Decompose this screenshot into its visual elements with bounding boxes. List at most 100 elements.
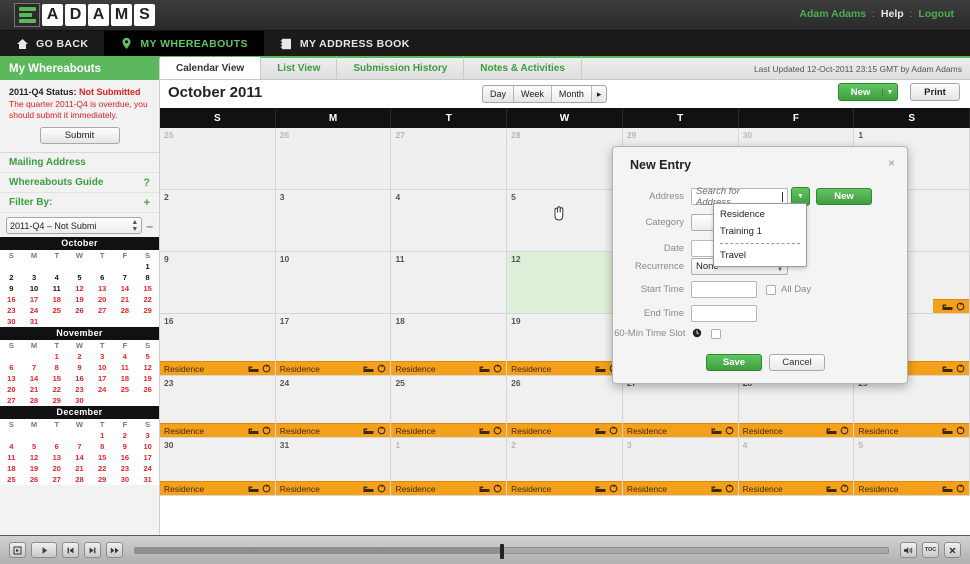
event-icons[interactable] [363,484,386,493]
view-mode-month[interactable]: Month [551,86,592,102]
calendar-event[interactable]: Residence [507,361,622,375]
mini-day-cell[interactable]: 6 [45,441,68,452]
calendar-day-cell[interactable]: 4 [391,190,508,251]
calendar-day-cell[interactable]: 10 [275,252,392,313]
mini-day-cell[interactable]: 26 [136,384,159,395]
mini-day-cell[interactable]: 6 [91,272,114,283]
event-icons[interactable] [363,426,386,435]
tab-calendar-view[interactable]: Calendar View [160,57,262,79]
calendar-day-cell[interactable]: 12 [507,252,623,313]
view-next-icon[interactable]: ▸ [592,86,607,102]
calendar-day-cell[interactable]: 18 Residence [391,314,508,375]
calendar-event[interactable]: Residence [160,423,275,437]
mini-day-cell[interactable]: 21 [68,463,91,474]
next-icon[interactable] [84,542,101,558]
mini-day-cell[interactable]: 18 [0,463,23,474]
calendar-event[interactable]: Residence [507,481,622,495]
calendar-event[interactable]: Residence [391,481,507,495]
mini-day-cell[interactable]: 30 [114,474,137,485]
mini-day-cell[interactable]: 14 [68,452,91,463]
view-mode-week[interactable]: Week [514,86,552,102]
mini-day-cell[interactable]: 20 [45,463,68,474]
volume-icon[interactable] [900,542,917,558]
mini-day-cell[interactable]: 29 [45,395,68,406]
event-icons[interactable] [363,364,386,373]
sidebar-link-mark-icon[interactable]: ? [143,177,150,189]
mini-day-cell[interactable]: 11 [114,362,137,373]
close-icon[interactable]: × [888,156,895,170]
calendar-event[interactable]: Residence [738,423,854,437]
mini-day-cell[interactable]: 28 [114,305,137,316]
mini-day-cell[interactable]: 22 [91,463,114,474]
calendar-event[interactable]: Residence [854,481,970,495]
mini-day-cell[interactable]: 16 [0,294,23,305]
mini-day-cell[interactable]: 3 [136,430,159,441]
mini-day-cell[interactable]: 25 [45,305,68,316]
nav-item-my-address-book[interactable]: MY ADDRESS BOOK [264,31,426,56]
mini-day-cell[interactable]: 17 [23,294,46,305]
mini-day-cell[interactable]: 16 [68,373,91,384]
sidebar-link-whereabouts-guide[interactable]: Whereabouts Guide? [0,173,159,194]
mini-day-cell[interactable]: 8 [136,272,159,283]
mini-day-cell[interactable]: 4 [114,351,137,362]
mini-day-cell[interactable]: 22 [136,294,159,305]
mini-day-cell[interactable]: 3 [91,351,114,362]
suggestion-option-travel[interactable]: Travel [714,247,806,264]
mini-day-cell[interactable]: 27 [0,395,23,406]
mini-day-cell[interactable]: 11 [45,283,68,294]
mini-day-cell[interactable]: 24 [23,305,46,316]
start-time-input[interactable] [691,281,757,298]
chevron-down-icon[interactable]: ▼ [882,88,897,96]
event-icons[interactable] [826,484,849,493]
mini-day-cell[interactable]: 26 [68,305,91,316]
mini-day-cell[interactable]: 15 [136,283,159,294]
calendar-event[interactable]: Residence [854,423,970,437]
calendar-day-cell[interactable]: 26 Residence [507,376,623,437]
nav-item-my-whereabouts[interactable]: MY WHEREABOUTS [104,31,264,56]
clock-icon[interactable] [692,328,702,338]
all-day-checkbox[interactable] [766,284,776,295]
suggestion-option-residence[interactable]: Residence [714,206,806,223]
mini-day-cell[interactable]: 28 [23,395,46,406]
event-icons[interactable] [595,484,618,493]
mini-day-cell[interactable]: 27 [91,305,114,316]
cancel-button[interactable]: Cancel [769,354,825,371]
mini-day-cell[interactable]: 2 [0,272,23,283]
calendar-day-cell[interactable]: 16 Residence [160,314,276,375]
calendar-day-cell[interactable]: 4 Residence [738,438,855,495]
calendar-day-cell[interactable]: 17 Residence [275,314,392,375]
nav-item-go-back[interactable]: GO BACK [0,31,104,56]
mini-day-cell[interactable]: 30 [0,316,23,327]
toc-icon[interactable]: TOC [922,542,939,558]
mini-day-cell[interactable]: 16 [114,452,137,463]
calendar-day-cell[interactable]: 28Residence [738,376,855,437]
mini-day-cell[interactable]: 4 [0,441,23,452]
calendar-day-cell[interactable]: 3 Residence [622,438,739,495]
calendar-event-partial[interactable] [933,299,970,313]
mini-day-cell[interactable]: 29 [136,305,159,316]
calendar-event[interactable]: Residence [160,481,275,495]
mini-day-cell[interactable]: 26 [23,474,46,485]
mini-day-cell[interactable]: 13 [91,283,114,294]
mini-day-cell[interactable]: 30 [68,395,91,406]
view-mode-day[interactable]: Day [483,86,515,102]
event-icons[interactable] [595,426,618,435]
filter-quarter-select[interactable]: 2011-Q4 – Not Submi ▲ ▼ [6,217,143,235]
mini-day-cell[interactable]: 13 [0,373,23,384]
filter-collapse-icon[interactable]: – [146,219,153,233]
mini-day-cell[interactable]: 10 [23,283,46,294]
mini-day-cell[interactable]: 9 [0,283,23,294]
event-icons[interactable] [479,364,502,373]
calendar-day-cell[interactable]: 23 Residence [160,376,276,437]
mini-day-cell[interactable]: 1 [136,261,159,272]
mini-day-cell[interactable]: 17 [136,452,159,463]
mini-day-cell[interactable]: 25 [0,474,23,485]
mini-day-cell[interactable]: 20 [91,294,114,305]
mini-day-cell[interactable]: 2 [114,430,137,441]
mini-day-cell[interactable]: 9 [114,441,137,452]
play-icon[interactable] [31,542,57,558]
calendar-day-cell[interactable]: 28 [507,128,623,189]
tab-list-view[interactable]: List View [261,57,338,79]
mini-day-cell[interactable]: 4 [45,272,68,283]
mini-day-cell[interactable]: 21 [23,384,46,395]
